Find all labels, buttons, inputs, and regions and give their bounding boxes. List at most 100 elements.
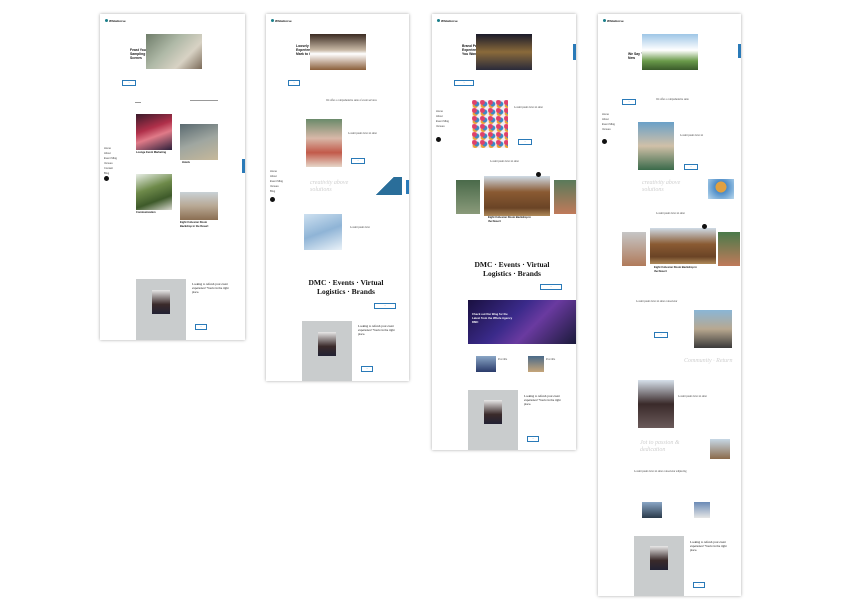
side-tab[interactable] — [738, 44, 741, 58]
feature-button[interactable]: → — [684, 164, 698, 170]
badge-image — [710, 439, 730, 459]
card-image[interactable] — [136, 174, 172, 210]
ghost-heading: creativity above solutions — [310, 180, 349, 193]
card-caption: Eight Cohesion Room Backdrop in the Dese… — [488, 216, 531, 223]
feature-button[interactable]: → — [518, 139, 532, 145]
people-image[interactable] — [638, 380, 674, 428]
footer-text: Looking to refresh your event experience… — [524, 394, 561, 406]
section-heading: Lorem ipsum dolor sit amet — [656, 212, 685, 215]
page-mockup-4: WhiteHorse We Say "Yes!" to New › We off… — [598, 14, 741, 596]
footer-photo — [152, 290, 170, 314]
chat-icon[interactable] — [602, 139, 607, 144]
gallery-image[interactable] — [650, 228, 716, 264]
logo-icon — [271, 19, 274, 22]
arrow-icon[interactable] — [702, 224, 707, 229]
brand-logo[interactable]: WhiteHorse — [275, 19, 292, 23]
gallery-image[interactable] — [484, 176, 550, 216]
section-heading: Lorem ipsum dolor sit amet — [490, 160, 519, 163]
feature-text: Lorem ipsum dolor sit — [680, 134, 704, 137]
hero-image — [310, 34, 366, 70]
card-image[interactable] — [180, 124, 218, 160]
gallery-image[interactable] — [554, 180, 576, 214]
hero-image — [642, 34, 698, 70]
team-image[interactable] — [694, 310, 732, 348]
divider — [190, 100, 218, 101]
side-tab[interactable] — [406, 180, 409, 194]
side-menu[interactable]: Home About Event Mktg Venues Blog — [270, 169, 283, 194]
page-mockup-2: WhiteHorse Loosely Inbound Guests Experi… — [266, 14, 409, 381]
badge-image — [376, 177, 402, 195]
arrow-icon[interactable] — [536, 172, 541, 177]
card-caption: Eight Cohesion Room Backdrop in the Dese… — [654, 266, 697, 273]
card-image[interactable] — [136, 114, 172, 150]
chat-icon[interactable] — [270, 197, 275, 202]
feature-image[interactable] — [638, 122, 674, 170]
hero-button[interactable]: › — [288, 80, 300, 86]
ghost-heading: creativity above solutions — [642, 180, 681, 193]
brand-logo[interactable]: WhiteHorse — [109, 19, 126, 23]
side-menu[interactable]: Home About Event Mktg Venues — [602, 112, 615, 132]
chat-icon[interactable] — [436, 137, 441, 142]
posts-heading: Lorem ipsum dolor sit amet consectetur a… — [634, 470, 687, 473]
venue-image[interactable] — [304, 214, 342, 250]
logo-icon — [105, 19, 108, 22]
page-mockup-1: WhiteHorse Feast Your Eyes on a Sampling… — [100, 14, 245, 340]
hero-image — [146, 34, 202, 69]
brand-logo[interactable]: WhiteHorse — [441, 19, 458, 23]
hero-button[interactable]: › — [122, 80, 136, 86]
ghost-heading: Jot to passion & dedication — [640, 440, 680, 453]
footer-button[interactable]: → — [527, 436, 539, 442]
feature-text: Lorem ipsum dolor sit amet — [348, 132, 377, 135]
tagline: DMC · Events · Virtual Logistics · Brand… — [308, 278, 384, 296]
tagline: DMC · Events · Virtual Logistics · Brand… — [474, 260, 550, 278]
logo-icon — [437, 19, 440, 22]
hero-image — [476, 34, 532, 70]
post-text: Post title — [546, 358, 556, 361]
card-image[interactable] — [180, 192, 218, 220]
footer-photo — [484, 400, 502, 424]
post-text: Post title — [498, 358, 508, 361]
footer-text: Looking to refresh your event experience… — [690, 540, 727, 552]
side-menu[interactable]: Home About Event Mktg Venues — [436, 109, 449, 129]
feature-text: Lorem ipsum dolor sit amet — [514, 106, 543, 109]
section-text: Lorem ipsum dolor sit amet consectetur — [636, 300, 678, 303]
hero-button[interactable]: › — [622, 99, 636, 105]
footer-button[interactable]: → — [195, 324, 207, 330]
tagline-button[interactable]: → — [374, 303, 396, 309]
section-button[interactable]: → — [654, 332, 668, 338]
venue-text: Lorem ipsum dolor — [350, 226, 371, 229]
page-mockup-3: WhiteHorse Brand Partners Know Experienc… — [432, 14, 576, 450]
feature-button[interactable]: → — [351, 158, 365, 164]
intro-text: We offer a comprehensive suite of event … — [326, 99, 377, 102]
feature-image[interactable] — [306, 119, 342, 167]
ghost-heading: Community · Return — [684, 358, 733, 364]
footer-button[interactable]: → — [693, 582, 705, 588]
divider — [135, 102, 141, 103]
gallery-image[interactable] — [456, 180, 480, 214]
gallery-image[interactable] — [622, 232, 646, 266]
footer-button[interactable]: → — [361, 366, 373, 372]
blog-title: Check out Our Blog for the Latest from t… — [472, 312, 513, 324]
side-tab[interactable] — [242, 159, 245, 173]
post-image[interactable] — [528, 356, 544, 372]
footer-photo — [650, 546, 668, 570]
hero-button[interactable]: › — [454, 80, 474, 86]
post-image[interactable] — [476, 356, 496, 372]
side-tab[interactable] — [573, 44, 576, 60]
tagline-button[interactable]: → — [540, 284, 562, 290]
footer-text: Looking to refresh your event experience… — [358, 324, 395, 336]
footer-photo — [318, 332, 336, 356]
chat-icon[interactable] — [104, 176, 109, 181]
card-title: Hotels — [182, 161, 190, 164]
side-menu[interactable]: Home About Event Mktg Venues Contact Blo… — [104, 146, 117, 176]
brand-logo[interactable]: WhiteHorse — [607, 19, 624, 23]
post-image[interactable] — [642, 502, 662, 518]
gallery-image[interactable] — [718, 232, 740, 266]
post-image[interactable] — [694, 502, 710, 518]
dots-image[interactable] — [472, 100, 508, 148]
logo-icon — [603, 19, 606, 22]
footer-text: Looking to refresh your event experience… — [192, 282, 229, 294]
card-title: Eight Cohesion Room Backdrop in the Dese… — [180, 221, 209, 228]
badge-image — [708, 179, 734, 199]
intro-text: We offer a comprehensive suite — [656, 98, 689, 101]
